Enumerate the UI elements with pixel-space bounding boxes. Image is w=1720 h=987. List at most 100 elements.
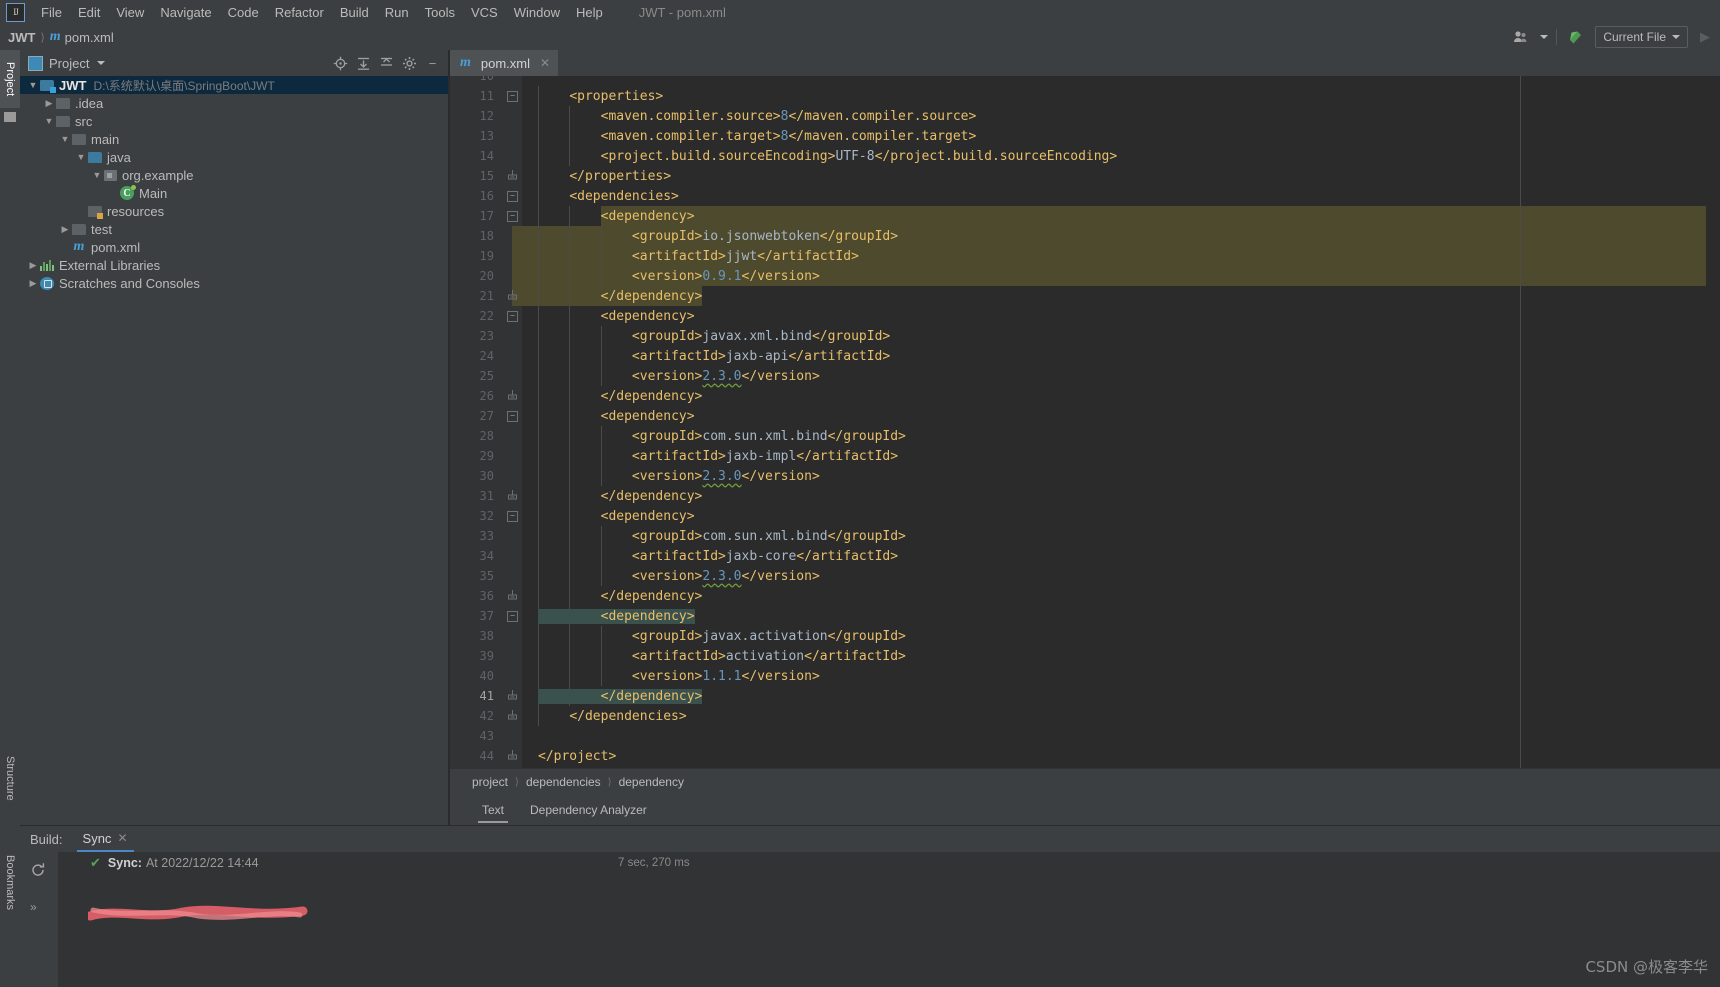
breadcrumb-segment-project[interactable]: project (472, 775, 508, 789)
code-line[interactable]: 26 </dependency> (450, 386, 1720, 406)
collapse-all-icon[interactable] (378, 55, 395, 72)
tree-item-test[interactable]: ▶test (20, 220, 449, 238)
code-line[interactable]: 16− <dependencies> (450, 186, 1720, 206)
fold-end-icon[interactable] (506, 690, 519, 703)
code-line[interactable]: 17− <dependency> (450, 206, 1720, 226)
code-line[interactable]: 27− <dependency> (450, 406, 1720, 426)
code-line[interactable]: 39 <artifactId>activation</artifactId> (450, 646, 1720, 666)
chevron-down-icon[interactable] (97, 61, 105, 65)
chevron-right-icon[interactable]: ▶ (42, 98, 56, 109)
code-line[interactable]: 21 </dependency> (450, 286, 1720, 306)
code-line[interactable]: 14 <project.build.sourceEncoding>UTF-8</… (450, 146, 1720, 166)
breadcrumb-segment-dependency[interactable]: dependency (619, 775, 684, 789)
menu-item-help[interactable]: Help (568, 2, 611, 23)
code-line[interactable]: 25 <version>2.3.0</version> (450, 366, 1720, 386)
tree-item-main[interactable]: ▼main (20, 130, 449, 148)
menu-item-vcs[interactable]: VCS (463, 2, 506, 23)
code-line[interactable]: 33 <groupId>com.sun.xml.bind</groupId> (450, 526, 1720, 546)
code-line[interactable]: 22− <dependency> (450, 306, 1720, 326)
tool-window-structure[interactable]: Structure (0, 740, 20, 816)
tree-item-external-libraries[interactable]: ▶External Libraries (20, 256, 449, 274)
menu-item-run[interactable]: Run (377, 2, 417, 23)
fold-collapse-icon[interactable]: − (506, 410, 519, 423)
chevron-right-icon[interactable]: ▶ (26, 260, 40, 271)
close-icon[interactable]: ✕ (117, 831, 127, 845)
menu-item-view[interactable]: View (108, 2, 152, 23)
menu-item-file[interactable]: File (33, 2, 70, 23)
build-sync-row[interactable]: ✔ Sync: At 2022/12/22 14:44 7 sec, 270 m… (58, 852, 1720, 874)
code-line[interactable]: 36 </dependency> (450, 586, 1720, 606)
tab-text[interactable]: Text (472, 798, 514, 823)
tool-window-project[interactable]: Project (0, 50, 20, 108)
run-icon[interactable]: ▶ (1696, 29, 1714, 45)
tool-window-bookmarks[interactable]: Bookmarks (0, 840, 20, 926)
code-line[interactable]: 15 </properties> (450, 166, 1720, 186)
tree-item-scratches-and-consoles[interactable]: ▶Scratches and Consoles (20, 274, 449, 292)
tree-item-main[interactable]: CMain (20, 184, 449, 202)
code-line[interactable]: 42 </dependencies> (450, 706, 1720, 726)
code-line[interactable]: 35 <version>2.3.0</version> (450, 566, 1720, 586)
menu-item-code[interactable]: Code (220, 2, 267, 23)
tree-item-org-example[interactable]: ▼org.example (20, 166, 449, 184)
code-line[interactable]: 37− <dependency> (450, 606, 1720, 626)
code-line[interactable]: 31 </dependency> (450, 486, 1720, 506)
editor-scrollbar[interactable] (1706, 76, 1720, 769)
chevron-down-icon[interactable]: ▼ (90, 170, 104, 180)
account-chevron-down-icon[interactable] (1540, 35, 1548, 39)
code-line[interactable]: 24 <artifactId>jaxb-api</artifactId> (450, 346, 1720, 366)
fold-collapse-icon[interactable]: − (506, 310, 519, 323)
menu-item-build[interactable]: Build (332, 2, 377, 23)
code-line[interactable]: 44</project> (450, 746, 1720, 766)
tree-item-jwt[interactable]: ▼JWTD:\系统默认\桌面\SpringBoot\JWT (20, 76, 449, 94)
fold-collapse-icon[interactable]: − (506, 610, 519, 623)
chevron-right-icon[interactable]: ▶ (58, 224, 72, 235)
menu-item-tools[interactable]: Tools (417, 2, 463, 23)
menu-item-navigate[interactable]: Navigate (152, 2, 219, 23)
expand-icon[interactable]: » (30, 900, 37, 914)
tree-item-src[interactable]: ▼src (20, 112, 449, 130)
close-icon[interactable]: ✕ (540, 56, 550, 70)
fold-collapse-icon[interactable]: − (506, 190, 519, 203)
hide-icon[interactable]: − (424, 55, 441, 72)
code-line[interactable]: 19 <artifactId>jjwt</artifactId> (450, 246, 1720, 266)
fold-end-icon[interactable] (506, 390, 519, 403)
panel-divider[interactable] (448, 50, 449, 825)
fold-end-icon[interactable] (506, 170, 519, 183)
chevron-down-icon[interactable]: ▼ (58, 134, 72, 144)
code-line[interactable]: 40 <version>1.1.1</version> (450, 666, 1720, 686)
code-line[interactable]: 18 <groupId>io.jsonwebtoken</groupId> (450, 226, 1720, 246)
menu-item-window[interactable]: Window (506, 2, 568, 23)
code-line[interactable]: 12 <maven.compiler.source>8</maven.compi… (450, 106, 1720, 126)
fold-collapse-icon[interactable]: − (506, 510, 519, 523)
build-tab-sync[interactable]: Sync ✕ (77, 827, 134, 852)
chevron-down-icon[interactable]: ▼ (26, 80, 40, 90)
editor-tab-pom-xml[interactable]: m pom.xml ✕ (450, 50, 558, 76)
menu-item-refactor[interactable]: Refactor (267, 2, 332, 23)
breadcrumb-file[interactable]: pom.xml (65, 30, 114, 45)
code-line[interactable]: 32− <dependency> (450, 506, 1720, 526)
code-line[interactable]: 13 <maven.compiler.target>8</maven.compi… (450, 126, 1720, 146)
project-tree[interactable]: ▼JWTD:\系统默认\桌面\SpringBoot\JWT▶.idea▼src▼… (20, 76, 449, 825)
code-line[interactable]: 38 <groupId>javax.activation</groupId> (450, 626, 1720, 646)
locate-icon[interactable] (332, 55, 349, 72)
fold-end-icon[interactable] (506, 710, 519, 723)
code-line[interactable]: 43 (450, 726, 1720, 746)
breadcrumb-project[interactable]: JWT (8, 30, 35, 45)
gear-icon[interactable] (401, 55, 418, 72)
breadcrumb-segment-dependencies[interactable]: dependencies (526, 775, 601, 789)
fold-collapse-icon[interactable]: − (506, 210, 519, 223)
code-editor[interactable]: 1011− <properties>12 <maven.compiler.sou… (450, 76, 1720, 769)
fold-end-icon[interactable] (506, 490, 519, 503)
code-line[interactable]: 11− <properties> (450, 86, 1720, 106)
code-line[interactable]: 41 </dependency> (450, 686, 1720, 706)
tab-dependency-analyzer[interactable]: Dependency Analyzer (520, 798, 657, 823)
fold-collapse-icon[interactable]: − (506, 90, 519, 103)
fold-end-icon[interactable] (506, 750, 519, 763)
code-line[interactable]: 30 <version>2.3.0</version> (450, 466, 1720, 486)
code-line[interactable]: 23 <groupId>javax.xml.bind</groupId> (450, 326, 1720, 346)
code-line[interactable]: 29 <artifactId>jaxb-impl</artifactId> (450, 446, 1720, 466)
tree-item-resources[interactable]: resources (20, 202, 449, 220)
code-line[interactable]: 34 <artifactId>jaxb-core</artifactId> (450, 546, 1720, 566)
bookmarks-strip-icon[interactable] (4, 112, 16, 122)
account-icon[interactable] (1510, 27, 1532, 47)
